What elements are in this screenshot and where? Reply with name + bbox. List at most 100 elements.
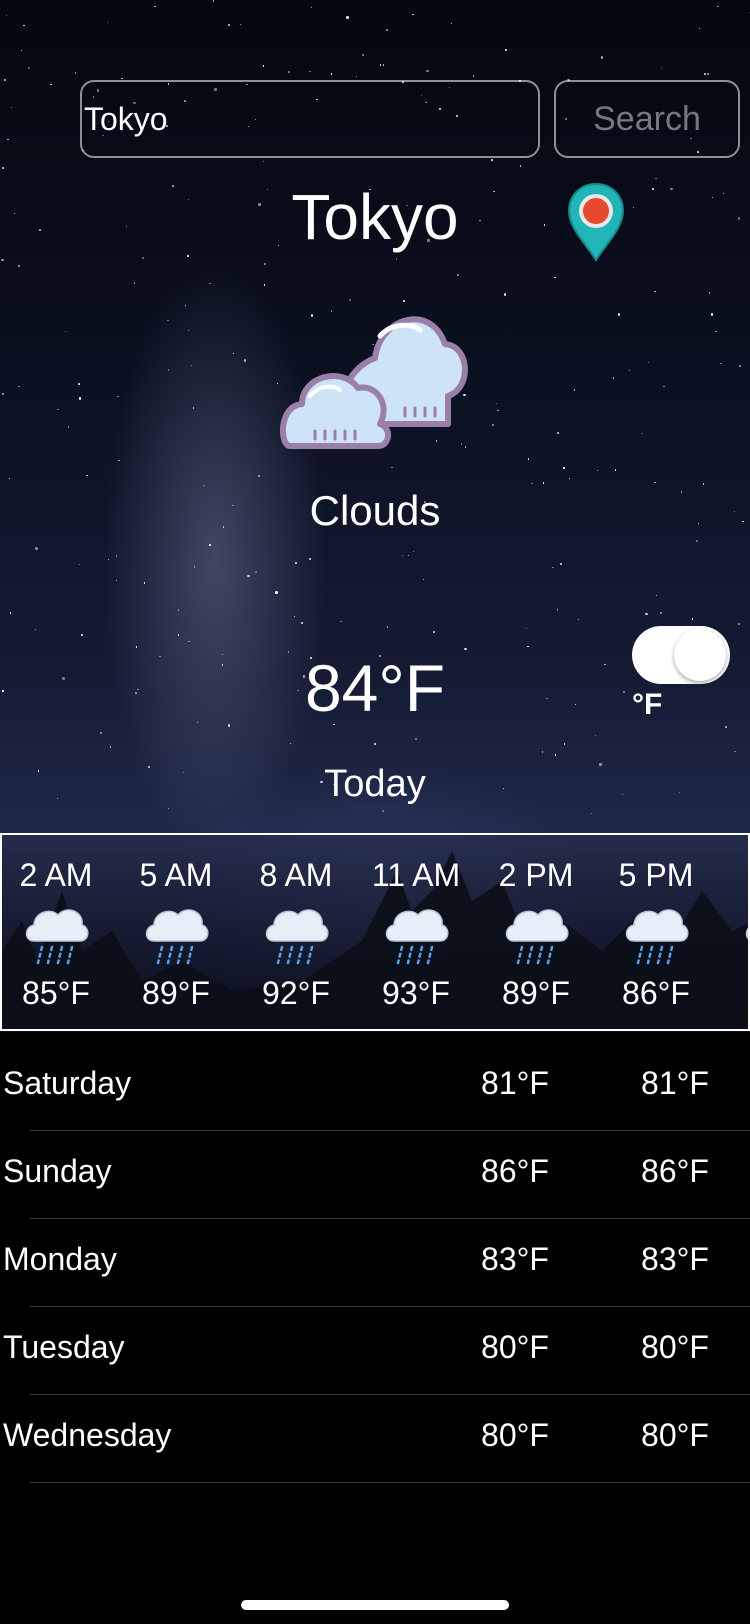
star <box>209 282 211 285</box>
star <box>115 555 118 557</box>
star <box>628 369 631 372</box>
daily-row[interactable]: Tuesday 80°F 80°F <box>0 1307 750 1395</box>
hourly-temp: 89°F <box>502 975 570 1011</box>
star <box>450 22 453 25</box>
star <box>9 612 12 614</box>
star <box>239 23 242 26</box>
star <box>734 750 736 753</box>
star <box>309 558 311 560</box>
star <box>422 578 425 581</box>
star <box>212 0 215 2</box>
star <box>563 467 565 469</box>
star <box>426 69 429 73</box>
star <box>645 612 648 616</box>
star <box>5 14 8 17</box>
daily-day-name: Tuesday <box>3 1329 125 1365</box>
star <box>707 73 709 75</box>
star <box>594 734 597 737</box>
star <box>289 742 292 745</box>
star <box>23 24 25 27</box>
star <box>64 330 67 333</box>
daily-forecast-list[interactable]: Saturday 81°F 81°F Sunday 86°F 86°F Monday 83°F… <box>0 1043 750 1483</box>
toggle-knob <box>674 629 726 681</box>
star <box>255 571 257 573</box>
star <box>412 550 415 553</box>
star <box>531 482 533 485</box>
daily-row[interactable]: Sunday 86°F 86°F <box>0 1131 750 1219</box>
star <box>614 469 617 471</box>
star <box>660 612 662 614</box>
star <box>577 618 580 621</box>
home-indicator[interactable] <box>241 1600 509 1610</box>
hourly-item: 5 PM 86°F <box>596 835 716 1029</box>
star <box>617 313 621 316</box>
star <box>379 64 382 66</box>
star <box>78 397 82 400</box>
star <box>663 385 665 388</box>
star <box>2 167 4 169</box>
hourly-temp: 85°F <box>22 975 90 1011</box>
unit-toggle-switch[interactable] <box>632 626 730 684</box>
row-divider <box>30 1482 750 1483</box>
star <box>309 70 311 73</box>
search-button[interactable]: Search <box>554 80 740 158</box>
daily-row[interactable]: Saturday 81°F 81°F <box>0 1043 750 1131</box>
star <box>560 563 562 565</box>
hourly-forecast-strip[interactable]: 2 AM 85°F 5 AM 89°F 8 AM 92°F 11 AM 93°F 2 PM 89°… <box>0 833 750 1031</box>
rain-cloud-icon <box>25 909 89 965</box>
star <box>264 263 266 265</box>
star <box>691 618 694 620</box>
star <box>491 159 493 161</box>
star <box>527 645 529 648</box>
hourly-item: 5 AM 89°F <box>116 835 236 1029</box>
star <box>655 177 657 180</box>
star <box>177 634 180 636</box>
star <box>232 352 235 355</box>
star <box>247 574 250 578</box>
daily-row[interactable]: Monday 83°F 83°F <box>0 1219 750 1307</box>
star <box>167 319 169 322</box>
star <box>355 75 358 78</box>
star <box>34 628 37 631</box>
star <box>698 27 701 30</box>
star <box>118 459 120 462</box>
star <box>519 165 522 167</box>
star <box>600 56 604 59</box>
star <box>192 407 195 409</box>
star <box>275 591 278 594</box>
star <box>563 743 566 745</box>
star <box>412 13 414 16</box>
star <box>2 393 4 395</box>
star <box>456 273 460 277</box>
star <box>288 71 290 73</box>
star <box>527 458 530 460</box>
star <box>395 258 398 260</box>
daily-low-temp: 80°F <box>641 1417 709 1453</box>
star <box>433 631 435 633</box>
star <box>243 359 247 362</box>
star <box>78 563 81 566</box>
star <box>382 810 384 812</box>
city-name: Tokyo <box>291 181 459 253</box>
hourly-time: 5 AM <box>139 857 213 893</box>
hourly-time: 5 PM <box>618 857 694 893</box>
star <box>184 305 187 307</box>
hourly-item: 11 AM 93°F <box>356 835 476 1029</box>
star <box>276 382 279 385</box>
star <box>596 469 599 472</box>
daily-row[interactable]: Wednesday 80°F 80°F <box>0 1395 750 1483</box>
star <box>187 329 190 332</box>
star <box>10 106 13 109</box>
location-pin-icon[interactable] <box>566 182 626 262</box>
hourly-temp: 8 <box>716 975 748 1012</box>
daily-high-temp: 80°F <box>481 1329 549 1365</box>
city-search-input[interactable]: Tokyo <box>80 80 540 158</box>
daily-high-temp: 83°F <box>481 1241 549 1277</box>
star <box>552 566 554 569</box>
star <box>362 54 364 56</box>
star <box>133 282 136 284</box>
star <box>78 383 80 385</box>
star <box>568 477 571 480</box>
star <box>340 620 342 623</box>
star <box>167 807 170 810</box>
